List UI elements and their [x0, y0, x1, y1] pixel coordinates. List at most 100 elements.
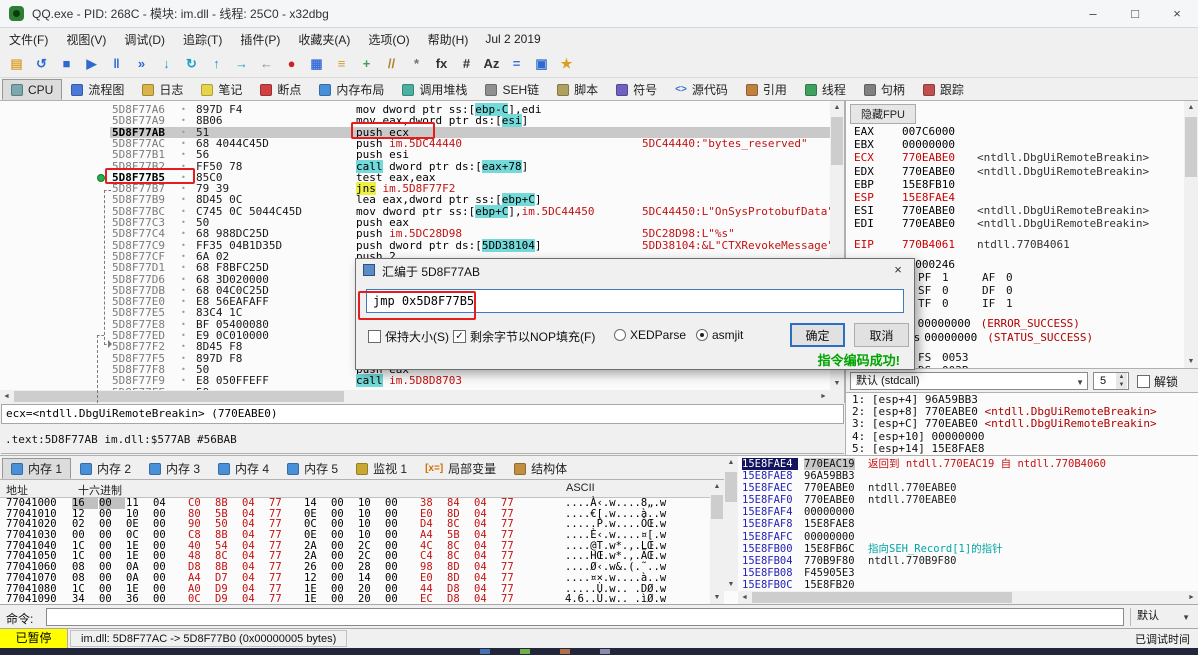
- tab-references[interactable]: 引用: [737, 79, 796, 100]
- xedparse-radio[interactable]: XEDParse: [614, 328, 686, 342]
- scroll-down-icon[interactable]: ▼: [1184, 355, 1198, 368]
- hide-fpu-button[interactable]: 隐藏FPU: [850, 104, 916, 124]
- scroll-thumb[interactable]: [711, 495, 723, 519]
- register-row[interactable]: EBX 00000000: [854, 138, 1182, 151]
- stack-row[interactable]: 15E8FB0C 15E8FB20: [740, 579, 1198, 591]
- step-over-icon[interactable]: ↻: [180, 52, 203, 75]
- command-profile-dropdown[interactable]: 默认 ▼: [1130, 608, 1194, 626]
- scroll-up-icon[interactable]: ▲: [724, 456, 738, 469]
- step-out-icon[interactable]: ↑: [205, 52, 228, 75]
- minimize-button[interactable]: –: [1072, 0, 1114, 27]
- scroll-right-icon[interactable]: ►: [817, 390, 830, 403]
- tab-watch-1[interactable]: 监视 1: [347, 458, 416, 479]
- menu-item-1[interactable]: 视图(V): [57, 29, 115, 50]
- menu-item-6[interactable]: 选项(O): [359, 29, 418, 50]
- stack-row[interactable]: 15E8FAFC 00000000: [740, 531, 1198, 543]
- favourites-icon[interactable]: ★: [555, 52, 578, 75]
- dialog-title-bar[interactable]: 汇编于 5D8F77AB ×: [356, 259, 914, 281]
- menu-item-2[interactable]: 调试(D): [115, 29, 174, 50]
- stack-row[interactable]: 15E8FAF4 00000000: [740, 506, 1198, 518]
- step-into-icon[interactable]: ↓: [155, 52, 178, 75]
- scroll-up-icon[interactable]: ▲: [710, 480, 724, 493]
- ok-button[interactable]: 确定: [790, 323, 845, 347]
- menu-item-5[interactable]: 收藏夹(A): [289, 29, 359, 50]
- tab-dump-2[interactable]: 内存 2: [71, 458, 140, 479]
- memory-map-icon[interactable]: ▦: [305, 52, 328, 75]
- register-row[interactable]: ESI 770EABE0 <ntdll.DbgUiRemoteBreakin>: [854, 204, 1182, 217]
- pause-icon[interactable]: ‖: [105, 52, 128, 75]
- execute-till-return-icon[interactable]: →: [230, 52, 253, 75]
- scroll-thumb[interactable]: [1185, 117, 1197, 177]
- stack-row[interactable]: 15E8FAE8 96A59BB3: [740, 470, 1198, 482]
- open-file-icon[interactable]: ▤: [5, 52, 28, 75]
- taskbar-icon[interactable]: [520, 649, 530, 654]
- breakpoint-icon[interactable]: ●: [280, 52, 303, 75]
- breakpoint-dot-icon[interactable]: [97, 173, 105, 182]
- log-icon[interactable]: ≡: [330, 52, 353, 75]
- stack-row[interactable]: 15E8FAF8 15E8FAE8: [740, 518, 1198, 530]
- disasm-row[interactable]: 5D8F77F9 • E8 050FFEFF call im.5D8D8703: [0, 374, 830, 388]
- tab-source[interactable]: <> 源代码: [666, 79, 737, 100]
- tab-dump-3[interactable]: 内存 3: [140, 458, 209, 479]
- scroll-down-icon[interactable]: ▼: [724, 578, 738, 591]
- dump-row[interactable]: 77041090 34 00 36 00 0C D9 04 77 1E 00 20 00 EC D8 04 77…: [0, 594, 710, 604]
- settings-icon[interactable]: *: [405, 52, 428, 75]
- dump-pane[interactable]: 内存 1 内存 2 内存 3 内存 4 内存 5 监视 1 [x=] 局部变量 结构体 地址 十…: [0, 455, 724, 604]
- menu-item-3[interactable]: 追踪(T): [174, 29, 231, 50]
- disasm-horizontal-scrollbar[interactable]: ◄ ►: [0, 390, 830, 403]
- nop-fill-checkbox[interactable]: ✓ 剩余字节以NOP填充(F): [453, 328, 595, 345]
- windows-taskbar[interactable]: [0, 648, 1198, 655]
- stack-row[interactable]: 15E8FAF0 770EABE0 ntdll.770EABE0: [740, 494, 1198, 506]
- tab-dump-4[interactable]: 内存 4: [209, 458, 278, 479]
- taskbar-icon[interactable]: [560, 649, 570, 654]
- run-icon[interactable]: ▶: [80, 52, 103, 75]
- tab-breakpoints[interactable]: 断点: [251, 79, 310, 100]
- register-row[interactable]: EBP 15E8FB10: [854, 178, 1182, 191]
- tab-struct[interactable]: 结构体: [505, 458, 576, 479]
- menu-item-4[interactable]: 插件(P): [231, 29, 289, 50]
- menu-item-0[interactable]: 文件(F): [0, 29, 57, 50]
- scroll-down-icon[interactable]: ▼: [830, 377, 844, 390]
- fx-icon[interactable]: fx: [430, 52, 453, 75]
- hash-icon[interactable]: #: [455, 52, 478, 75]
- tab-memory-map[interactable]: 内存布局: [310, 79, 393, 100]
- stack-row[interactable]: 15E8FAEC 770EABE0 ntdll.770EABE0: [740, 482, 1198, 494]
- tab-threads[interactable]: 线程: [796, 79, 855, 100]
- register-row[interactable]: EAX 007C6000: [854, 125, 1182, 138]
- calling-convention-select[interactable]: 默认 (stdcall) ▼: [850, 372, 1088, 390]
- patch-icon[interactable]: +: [355, 52, 378, 75]
- dialog-close-button[interactable]: ×: [882, 259, 914, 281]
- unlock-checkbox[interactable]: 解锁: [1137, 373, 1178, 390]
- scroll-thumb[interactable]: [831, 117, 843, 165]
- scroll-up-icon[interactable]: ▲: [830, 101, 844, 114]
- tab-cpu[interactable]: CPU: [2, 79, 63, 100]
- register-row[interactable]: ECX 770EABE0 <ntdll.DbgUiRemoteBreakin>: [854, 151, 1182, 164]
- tab-notes[interactable]: 笔记: [192, 79, 251, 100]
- register-row[interactable]: EDX 770EABE0 <ntdll.DbgUiRemoteBreakin>: [854, 165, 1182, 178]
- window-icon[interactable]: ▣: [530, 52, 553, 75]
- stop-icon[interactable]: ■: [55, 52, 78, 75]
- tab-locals[interactable]: [x=] 局部变量: [416, 458, 505, 479]
- comment-icon[interactable]: //: [380, 52, 403, 75]
- font-icon[interactable]: Az: [480, 52, 503, 75]
- run-to-user-icon[interactable]: »: [130, 52, 153, 75]
- taskbar-icon[interactable]: [600, 649, 610, 654]
- scroll-right-icon[interactable]: ►: [1185, 591, 1198, 604]
- scroll-left-icon[interactable]: ◄: [0, 390, 13, 403]
- scroll-up-icon[interactable]: ▲: [1184, 101, 1198, 114]
- tab-dump-5[interactable]: 内存 5: [278, 458, 347, 479]
- dump-scrollbar[interactable]: ▲ ▼: [710, 480, 724, 604]
- tab-handles[interactable]: 句柄: [855, 79, 914, 100]
- keep-size-checkbox[interactable]: 保持大小(S): [368, 328, 449, 345]
- cancel-button[interactable]: 取消: [854, 323, 909, 347]
- scroll-down-icon[interactable]: ▼: [710, 591, 724, 604]
- tab-script[interactable]: 脚本: [548, 79, 607, 100]
- command-input[interactable]: [46, 608, 1124, 626]
- scroll-thumb[interactable]: [14, 391, 344, 402]
- stack-row[interactable]: 15E8FB00 15E8FB6C 指向SEH_Record[1]的指针: [740, 543, 1198, 555]
- tab-dump-1[interactable]: 内存 1: [2, 458, 72, 479]
- arg-count-spinner[interactable]: 5 ▲ ▼: [1093, 372, 1129, 390]
- menu-item-7[interactable]: 帮助(H): [419, 29, 478, 50]
- calculator-icon[interactable]: =: [505, 52, 528, 75]
- taskbar-icon[interactable]: [480, 649, 490, 654]
